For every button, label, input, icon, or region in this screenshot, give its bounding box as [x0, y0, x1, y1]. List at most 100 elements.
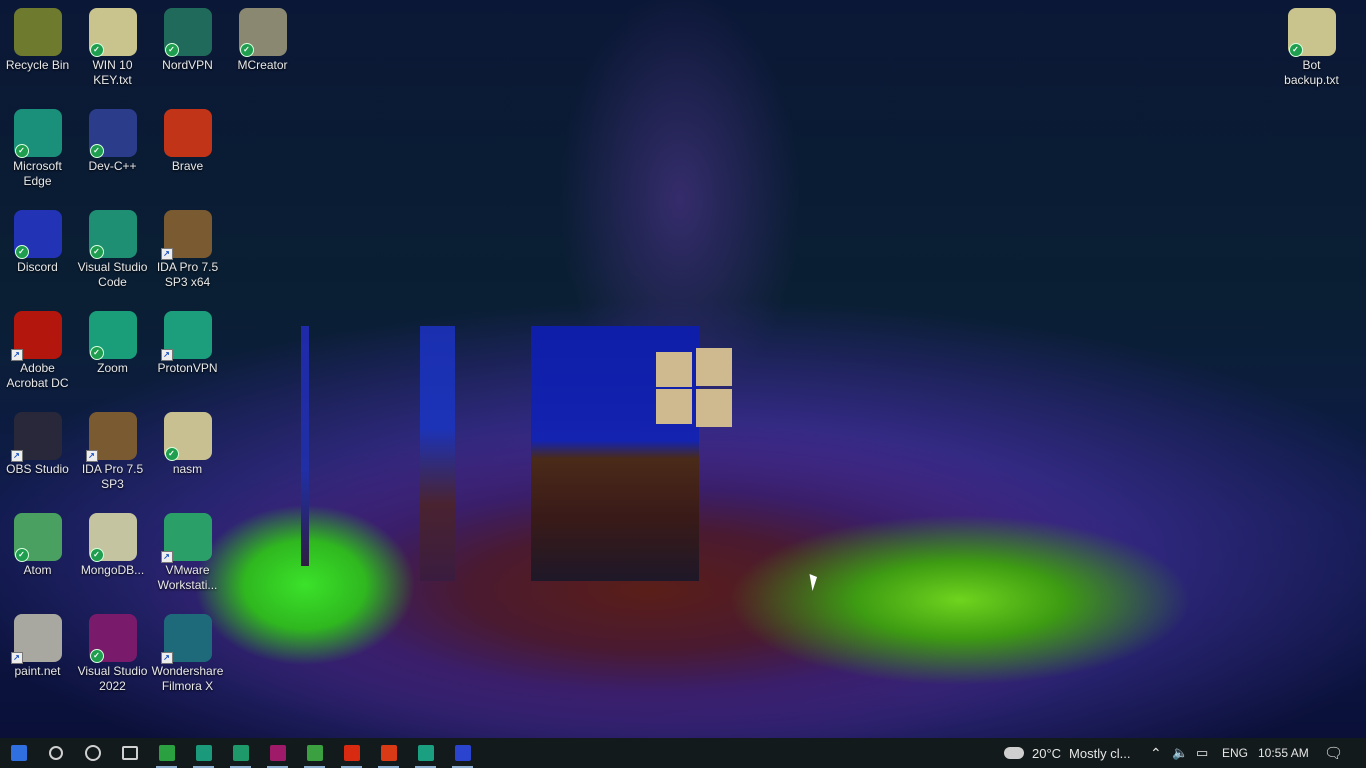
- office-app[interactable]: [333, 738, 370, 768]
- desktop-icon[interactable]: ✓ NordVPN: [150, 2, 225, 100]
- notification-icon[interactable]: 🗨: [1324, 738, 1343, 768]
- mongodb-icon: ✓: [88, 513, 137, 562]
- desktop-icon[interactable]: ✓ nasm: [150, 406, 225, 504]
- vscode-app[interactable]: [222, 738, 259, 768]
- text-file-icon: ✓: [1287, 8, 1336, 57]
- desktop-icon[interactable]: ↗ Adobe Acrobat DC: [0, 305, 75, 403]
- desktop-icon[interactable]: Recycle Bin: [0, 2, 75, 100]
- cloud-icon: [1004, 747, 1024, 759]
- desktop-icon[interactable]: ✓ Microsoft Edge: [0, 103, 75, 201]
- desktop-icon-label: ProtonVPN: [157, 361, 218, 375]
- cortana-button[interactable]: [74, 738, 111, 768]
- sync-check-icon: ✓: [89, 43, 104, 57]
- desktop-icon[interactable]: ✓ WIN 10 KEY.txt: [75, 2, 150, 100]
- desktop-icon[interactable]: ↗ IDA Pro 7.5 SP3 x64: [150, 204, 225, 302]
- sync-check-icon: ✓: [1288, 43, 1303, 57]
- nasm-icon: ✓: [163, 412, 212, 461]
- shortcut-arrow-icon: ↗: [85, 450, 98, 462]
- desktop-icon-label: IDA Pro 7.5 SP3 x64: [156, 260, 219, 289]
- desktop-icon[interactable]: ✓ Bot backup.txt: [1274, 2, 1349, 100]
- windows-logo-icon: [656, 348, 733, 427]
- taskbar-apps: [0, 738, 481, 768]
- zoom-icon: ✓: [88, 311, 137, 360]
- desktop-icon[interactable]: Brave: [150, 103, 225, 201]
- sync-check-icon: ✓: [89, 346, 104, 360]
- shortcut-arrow-icon: ↗: [10, 450, 23, 462]
- desktop-icon[interactable]: ↗ ProtonVPN: [150, 305, 225, 403]
- desktop-icon[interactable]: ↗ paint.net: [0, 608, 75, 706]
- network-icon[interactable]: ▭: [1196, 738, 1208, 768]
- desktop-icon[interactable]: ✓ MCreator: [225, 2, 300, 100]
- visual-studio-icon: [269, 745, 286, 761]
- vscode-icon: ✓: [88, 210, 137, 259]
- weather-text: Mostly cl...: [1069, 745, 1131, 761]
- desktop-icon[interactable]: ✓ MongoDB...: [75, 507, 150, 605]
- desktop-icon-label: nasm: [172, 462, 203, 476]
- language-indicator[interactable]: ENG: [1222, 738, 1248, 768]
- desktop-icon-label: paint.net: [14, 664, 61, 678]
- clock[interactable]: 10:55 AM: [1258, 738, 1309, 768]
- weather-temp: 20°C: [1032, 745, 1062, 761]
- desktop-icon-label: Brave: [171, 159, 204, 173]
- desktop-icon[interactable]: ✓ Discord: [0, 204, 75, 302]
- recycle-bin-icon: [13, 8, 62, 56]
- edge-icon: ✓: [13, 109, 62, 158]
- sync-check-icon: ✓: [14, 245, 29, 259]
- desktop-icon-label: MCreator: [237, 58, 288, 72]
- volume-icon[interactable]: 🔈: [1172, 738, 1188, 768]
- desktop-icon-label: Visual Studio 2022: [77, 664, 148, 693]
- desktop-icon[interactable]: ✓ Zoom: [75, 305, 150, 403]
- desktop-icon[interactable]: ↗ IDA Pro 7.5 SP3: [75, 406, 150, 504]
- paintnet-icon: ↗: [10, 614, 62, 664]
- sync-check-icon: ✓: [89, 649, 104, 663]
- taskbar: 20°C Mostly cl... ⌃ 🔈 ▭ ENG 10:55 AM 🗨: [0, 738, 1366, 768]
- filmora-icon: ↗: [160, 614, 212, 664]
- zoom-app[interactable]: [407, 738, 444, 768]
- acrobat-icon: ↗: [10, 311, 62, 361]
- protonvpn-icon: ↗: [160, 311, 212, 361]
- sync-check-icon: ✓: [164, 43, 179, 57]
- shortcut-arrow-icon: ↗: [160, 551, 173, 563]
- show-hidden-icons-button[interactable]: ⌃: [1150, 738, 1162, 768]
- mcreator-icon: ✓: [238, 8, 287, 57]
- sync-check-icon: ✓: [14, 144, 29, 158]
- brave-app[interactable]: [370, 738, 407, 768]
- discord-app[interactable]: [444, 738, 481, 768]
- store-app[interactable]: [148, 738, 185, 768]
- vmware-icon: ↗: [160, 513, 212, 563]
- desktop-icon[interactable]: ✓ Atom: [0, 507, 75, 605]
- desktop-icon[interactable]: ↗ OBS Studio: [0, 406, 75, 504]
- weather-widget[interactable]: 20°C Mostly cl...: [1004, 738, 1130, 768]
- shortcut-arrow-icon: ↗: [160, 248, 173, 260]
- desktop-icon[interactable]: ↗ Wondershare Filmora X: [150, 608, 225, 706]
- edge-icon: [195, 745, 212, 761]
- search-button[interactable]: [37, 738, 74, 768]
- visual-studio-icon: ✓: [88, 614, 137, 663]
- brave-icon: [380, 745, 397, 761]
- sync-check-icon: ✓: [14, 548, 29, 562]
- desktop-icon[interactable]: ✓ Visual Studio Code: [75, 204, 150, 302]
- desktop-icon-label: Microsoft Edge: [13, 159, 62, 188]
- sync-check-icon: ✓: [89, 144, 104, 158]
- shortcut-arrow-icon: ↗: [10, 349, 23, 361]
- store-icon: [158, 745, 175, 761]
- task-view-button[interactable]: [111, 738, 148, 768]
- edge-app[interactable]: [185, 738, 222, 768]
- brave-icon: [163, 109, 212, 157]
- text-file-icon: ✓: [88, 8, 137, 57]
- desktop-icon-label: NordVPN: [162, 58, 213, 72]
- sync-check-icon: ✓: [89, 245, 104, 259]
- start-button[interactable]: [0, 738, 37, 768]
- desktop-icon-label: Atom: [23, 563, 52, 577]
- desktop-icon[interactable]: ✓ Dev-C++: [75, 103, 150, 201]
- devcpp-icon: ✓: [88, 109, 137, 158]
- desktop-icon[interactable]: ↗ VMware Workstati...: [150, 507, 225, 605]
- nordvpn-icon: ✓: [163, 8, 212, 57]
- desktop-icon-label: Adobe Acrobat DC: [6, 361, 69, 390]
- obs-icon: ↗: [10, 412, 62, 462]
- file-explorer-app[interactable]: [296, 738, 333, 768]
- ida-icon: ↗: [160, 210, 212, 260]
- desktop-icon[interactable]: ✓ Visual Studio 2022: [75, 608, 150, 706]
- sync-check-icon: ✓: [239, 43, 254, 57]
- visual-studio-app[interactable]: [259, 738, 296, 768]
